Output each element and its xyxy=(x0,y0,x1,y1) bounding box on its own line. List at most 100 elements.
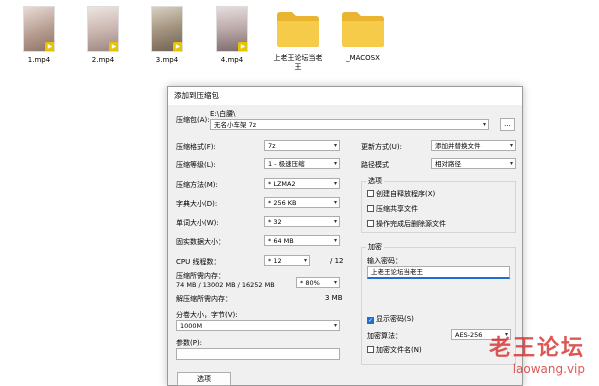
word-value: * 32 xyxy=(268,218,282,226)
file-item-1[interactable]: ▶ 1.mp4 xyxy=(6,6,72,65)
chevron-down-icon: ▾ xyxy=(333,237,337,244)
level-combo[interactable]: 1 - 极速压缩 ▾ xyxy=(264,158,340,169)
password-input[interactable]: 上老王论坛当老王 xyxy=(367,266,510,279)
archive-path: E:\白腰\ xyxy=(210,110,236,118)
method-label: 压缩方法(M): xyxy=(176,181,218,189)
chevron-down-icon: ▾ xyxy=(333,180,337,187)
delete-label: 操作完成后删除源文件 xyxy=(376,220,446,228)
folder-icon xyxy=(342,12,384,47)
mem-percent-value: * 80% xyxy=(300,279,320,287)
play-badge-icon: ▶ xyxy=(173,42,182,51)
folder-item-1[interactable]: 上老王论坛当老王 xyxy=(265,6,331,72)
folder-icon xyxy=(277,12,319,47)
format-label: 压缩格式(F): xyxy=(176,143,216,151)
video-thumbnail: ▶ xyxy=(87,6,119,52)
chevron-down-icon: ▾ xyxy=(509,160,513,167)
cpu-total: / 12 xyxy=(330,257,344,265)
add-to-archive-dialog: 添加到压缩包 压缩包(A): E:\白腰\ 无名小车架 7z ▾ ... 压缩格… xyxy=(167,86,523,386)
file-name: 上老王论坛当老王 xyxy=(273,54,323,71)
checkbox-box[interactable] xyxy=(367,205,374,212)
chevron-down-icon: ▾ xyxy=(333,142,337,149)
cpu-label: CPU 线程数： xyxy=(176,258,221,266)
play-badge-icon: ▶ xyxy=(109,42,118,51)
password-label: 输入密码： xyxy=(367,257,402,265)
dict-combo[interactable]: * 256 KB ▾ xyxy=(264,197,340,208)
mem-comp-label: 压缩所需内存： xyxy=(176,272,225,280)
archive-name-combo[interactable]: 无名小车架 7z ▾ xyxy=(210,119,489,130)
checkbox-box[interactable] xyxy=(367,220,374,227)
enc-method-combo[interactable]: AES-256 ▾ xyxy=(451,329,511,340)
chevron-down-icon: ▾ xyxy=(303,257,307,264)
encrypt-names-label: 加密文件名(N) xyxy=(376,346,422,354)
dict-value: * 256 KB xyxy=(268,199,297,207)
shared-checkbox[interactable]: 压缩共享文件 xyxy=(367,205,418,214)
browse-button[interactable]: ... xyxy=(500,118,515,131)
chevron-down-icon: ▾ xyxy=(333,322,337,329)
mem-decomp-value: 3 MB xyxy=(325,294,343,302)
checkbox-box[interactable] xyxy=(367,190,374,197)
cpu-combo[interactable]: * 12 ▾ xyxy=(264,255,310,266)
file-name: 4.mp4 xyxy=(220,56,244,64)
play-badge-icon: ▶ xyxy=(45,42,54,51)
solid-value: * 64 MB xyxy=(268,237,294,245)
encrypt-names-checkbox[interactable]: 加密文件名(N) xyxy=(367,346,422,355)
options-group-title: 选项 xyxy=(366,177,384,186)
format-value: 7z xyxy=(268,142,276,150)
params-input[interactable] xyxy=(176,348,340,360)
enc-method-label: 加密算法： xyxy=(367,332,402,340)
enc-method-value: AES-256 xyxy=(455,331,483,339)
method-combo[interactable]: * LZMA2 ▾ xyxy=(264,178,340,189)
format-combo[interactable]: 7z ▾ xyxy=(264,140,340,151)
chevron-down-icon: ▾ xyxy=(333,279,337,286)
word-combo[interactable]: * 32 ▾ xyxy=(264,216,340,227)
mem-comp-value: 74 MB / 13002 MB / 16252 MB xyxy=(176,281,275,289)
chevron-down-icon: ▾ xyxy=(333,218,337,225)
mem-percent-combo[interactable]: * 80% ▾ xyxy=(296,277,340,288)
shared-label: 压缩共享文件 xyxy=(376,205,418,213)
file-item-4[interactable]: ▶ 4.mp4 xyxy=(199,6,265,65)
video-thumbnail: ▶ xyxy=(23,6,55,52)
method-value: * LZMA2 xyxy=(268,180,296,188)
options-button[interactable]: 选项 xyxy=(177,372,231,386)
file-name: 2.mp4 xyxy=(91,56,115,64)
word-label: 单词大小(W): xyxy=(176,219,219,227)
folder-item-2[interactable]: _MACOSX xyxy=(330,6,396,63)
chevron-down-icon: ▾ xyxy=(333,160,337,167)
split-label: 分卷大小，字节(V): xyxy=(176,311,238,319)
split-combo[interactable]: 1000M ▾ xyxy=(176,320,340,331)
mem-decomp-label: 解压缩所需内存： xyxy=(176,295,232,303)
archive-name-value: 无名小车架 7z xyxy=(214,121,257,129)
split-value: 1000M xyxy=(180,322,203,330)
chevron-down-icon[interactable]: ▾ xyxy=(483,120,486,129)
play-badge-icon: ▶ xyxy=(238,42,247,51)
sfx-label: 创建自释放程序(X) xyxy=(376,190,436,198)
chevron-down-icon: ▾ xyxy=(333,199,337,206)
checkbox-box[interactable] xyxy=(367,346,374,353)
chevron-down-icon: ▾ xyxy=(504,331,508,338)
video-thumbnail: ▶ xyxy=(151,6,183,52)
checkbox-checked-icon[interactable]: ✓ xyxy=(367,317,374,324)
cpu-value: * 12 xyxy=(268,257,282,265)
file-name: 1.mp4 xyxy=(27,56,51,64)
sfx-checkbox[interactable]: 创建自释放程序(X) xyxy=(367,190,435,199)
update-combo[interactable]: 添加并替换文件 ▾ xyxy=(431,140,516,151)
pathmode-label: 路径模式 xyxy=(361,161,389,169)
encrypt-group-title: 加密 xyxy=(366,243,384,252)
file-item-2[interactable]: ▶ 2.mp4 xyxy=(70,6,136,65)
solid-label: 固实数据大小： xyxy=(176,238,225,246)
dict-label: 字典大小(D): xyxy=(176,200,218,208)
show-password-checkbox[interactable]: ✓ 显示密码(S) xyxy=(367,315,414,324)
pathmode-combo[interactable]: 相对路径 ▾ xyxy=(431,158,516,169)
file-item-3[interactable]: ▶ 3.mp4 xyxy=(134,6,200,65)
level-label: 压缩等级(L): xyxy=(176,161,216,169)
show-password-label: 显示密码(S) xyxy=(376,315,414,323)
file-name: 3.mp4 xyxy=(155,56,179,64)
file-name: _MACOSX xyxy=(346,54,380,62)
video-thumbnail: ▶ xyxy=(216,6,248,52)
delete-checkbox[interactable]: 操作完成后删除源文件 xyxy=(367,220,446,229)
update-value: 添加并替换文件 xyxy=(435,142,481,150)
level-value: 1 - 极速压缩 xyxy=(268,160,305,168)
solid-combo[interactable]: * 64 MB ▾ xyxy=(264,235,340,246)
archive-label: 压缩包(A): xyxy=(176,116,210,124)
dialog-title: 添加到压缩包 xyxy=(168,87,522,105)
